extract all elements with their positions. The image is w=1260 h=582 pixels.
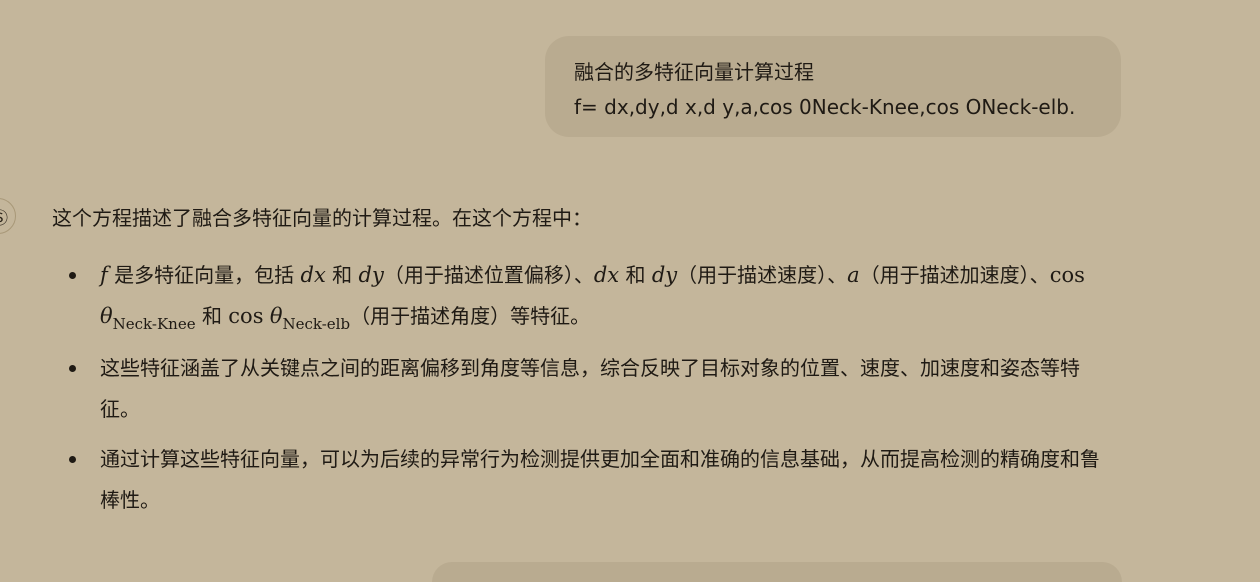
math-f: f (100, 263, 108, 287)
math-theta-1: θ (100, 304, 113, 328)
assistant-intro-text: 这个方程描述了融合多特征向量的计算过程。在这个方程中： (52, 206, 592, 230)
bullet1-text-3: （用于描述速度）、 (677, 263, 848, 287)
user-message-bubble: 融合的多特征向量计算过程 f= dx,dy,d x,d y,a,cos 0Nec… (545, 36, 1121, 137)
next-user-message-bubble (432, 562, 1122, 582)
bullet1-text-1: 是多特征向量，包括 (114, 263, 295, 287)
bullet1-and-1: 和 (332, 263, 353, 287)
math-sub-neck-elb: Neck-elb (282, 315, 351, 333)
bullet1-text-2: （用于描述位置偏移）、 (383, 263, 594, 287)
bullet1-and-3: 和 (201, 304, 222, 328)
bullet1-text-4: （用于描述加速度）、 (859, 263, 1050, 287)
bullet1-text-5: （用于描述角度）等特征。 (350, 304, 591, 328)
assistant-bullet-list: f 是多特征向量，包括 dx 和 dy（用于描述位置偏移）、dx 和 dy（用于… (52, 255, 1132, 521)
assistant-avatar-icon: Ⓢ (0, 198, 16, 234)
math-dy-velocity: dy (651, 263, 678, 287)
math-dx-position: dx (300, 263, 326, 287)
assistant-message: 这个方程描述了融合多特征向量的计算过程。在这个方程中： f 是多特征向量，包括 … (52, 200, 1132, 530)
chat-page: 融合的多特征向量计算过程 f= dx,dy,d x,d y,a,cos 0Nec… (0, 0, 1260, 582)
user-message-line-2: f= dx,dy,d x,d y,a,cos 0Neck-Knee,cos ON… (574, 95, 1076, 119)
list-item-feature-coverage: 这些特征涵盖了从关键点之间的距离偏移到角度等信息，综合反映了目标对象的位置、速度… (52, 348, 1110, 430)
math-sub-neck-knee: Neck-Knee (112, 315, 196, 333)
math-theta-2: θ (269, 304, 283, 328)
math-dy-position: dy (358, 263, 384, 287)
user-message-line-1: 融合的多特征向量计算过程 (574, 60, 814, 84)
math-cos-2: cos (228, 304, 264, 328)
math-cos-1: cos (1049, 263, 1085, 287)
list-item-feature-purpose: 通过计算这些特征向量，可以为后续的异常行为检测提供更加全面和准确的信息基础，从而… (52, 439, 1110, 521)
list-item-feature-definition: f 是多特征向量，包括 dx 和 dy（用于描述位置偏移）、dx 和 dy（用于… (52, 255, 1110, 339)
math-a: a (847, 263, 860, 287)
bullet1-and-2: 和 (625, 263, 646, 287)
math-dx-velocity: dx (593, 263, 620, 287)
